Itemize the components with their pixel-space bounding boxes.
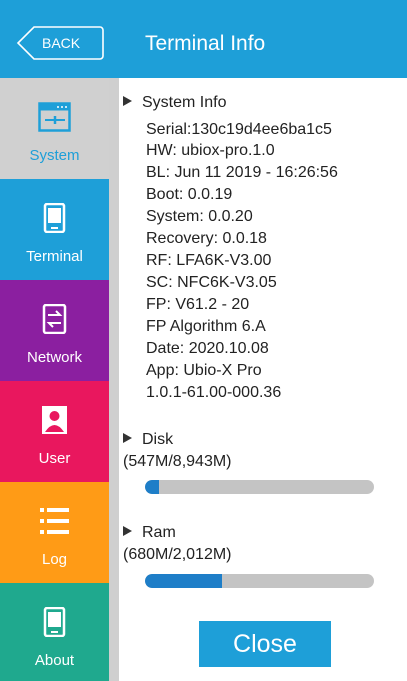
sidebar-item-label: Terminal	[26, 248, 83, 265]
info-sc: SC: NFC6K-V3.05	[146, 274, 277, 291]
sidebar-item-terminal[interactable]: Terminal	[0, 179, 109, 280]
disk-title: Disk	[142, 431, 174, 448]
info-boot: Boot: 0.0.19	[146, 186, 233, 203]
info-hw: HW: ubiox-pro.1.0	[146, 142, 275, 159]
sidebar-divider	[109, 78, 119, 681]
info-bl: BL: Jun 11 2019 - 16:26:56	[146, 164, 338, 181]
header-bar: BACK Terminal Info	[0, 0, 407, 78]
network-transfer-icon	[42, 304, 67, 334]
expand-triangle-icon	[123, 433, 132, 443]
info-rf: RF: LFA6K-V3.00	[146, 252, 272, 269]
log-list-icon	[40, 508, 69, 534]
sidebar-item-network[interactable]: Network	[0, 280, 109, 381]
disk-header[interactable]: Disk	[123, 431, 173, 449]
sidebar-item-user[interactable]: User	[0, 381, 109, 482]
ram-usage-fill	[145, 574, 223, 588]
sidebar-item-label: Log	[41, 551, 68, 568]
sidebar-item-label: User	[38, 450, 71, 467]
sidebar-item-label: Network	[26, 349, 82, 366]
disk-usage-bar	[145, 480, 374, 494]
page-title: Terminal Info	[145, 32, 266, 55]
expand-triangle-icon	[123, 96, 132, 106]
sidebar: System Terminal Network User Log About	[0, 78, 109, 681]
sidebar-item-about[interactable]: About	[0, 583, 109, 681]
info-app: App: Ubio-X Pro	[146, 362, 262, 379]
ram-title: Ram	[142, 524, 176, 541]
user-icon	[42, 406, 67, 434]
disk-usage-text: (547M/8,943M)	[123, 453, 232, 470]
sidebar-item-log[interactable]: Log	[0, 482, 109, 583]
disk-usage-fill	[145, 480, 159, 494]
info-date: Date: 2020.10.08	[146, 340, 269, 357]
terminal-device-icon	[43, 203, 66, 233]
close-button[interactable]: Close	[199, 621, 331, 667]
back-label: BACK	[42, 35, 81, 51]
info-fp-algorithm: FP Algorithm 6.A	[146, 318, 266, 335]
system-info-title: System Info	[142, 94, 227, 111]
ram-usage-bar	[145, 574, 374, 588]
system-info-header[interactable]: System Info	[123, 94, 226, 112]
info-fp: FP: V61.2 - 20	[146, 296, 250, 313]
ram-header[interactable]: Ram	[123, 524, 176, 542]
ram-usage-text: (680M/2,012M)	[123, 546, 232, 563]
info-app-version: 1.0.1-61.00-000.36	[146, 384, 282, 401]
sidebar-item-label: System	[29, 147, 80, 164]
about-device-icon	[43, 607, 66, 637]
info-system: System: 0.0.20	[146, 208, 253, 225]
sidebar-item-system[interactable]: System	[0, 78, 109, 179]
back-button[interactable]: BACK	[16, 26, 104, 60]
sidebar-item-label: About	[34, 652, 75, 669]
info-serial: Serial:130c19d4ee6ba1c5	[146, 121, 332, 138]
expand-triangle-icon	[123, 526, 132, 536]
terminal-info-panel: System Info Serial:130c19d4ee6ba1c5 HW: …	[119, 78, 407, 681]
system-settings-icon	[38, 102, 71, 132]
info-recovery: Recovery: 0.0.18	[146, 230, 267, 247]
